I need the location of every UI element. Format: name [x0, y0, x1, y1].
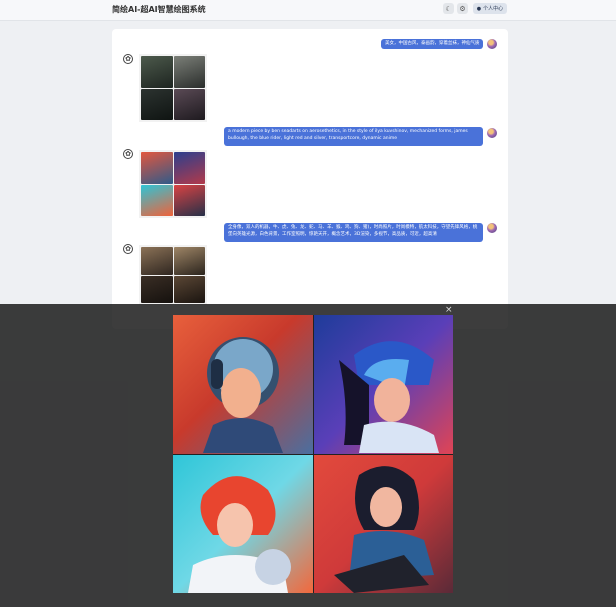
user-avatar [487, 128, 497, 138]
app-title: 简绘AI-超AI智慧绘图系统 [112, 5, 206, 14]
openai-icon: ✿ [123, 244, 133, 254]
portrait-illustration [338, 341, 439, 453]
image-panel [313, 315, 453, 454]
image-panel [173, 454, 313, 593]
chat-panel: 美女，中国古风，泰画韵，穿着丝袜，神仙气质 ✿ a modern piece b… [112, 29, 508, 329]
user-icon: ● [476, 5, 482, 12]
generated-image-thumbnail[interactable] [139, 245, 207, 305]
user-prompt-bubble: 全身像，双人的机器，牛、虎、兔、龙、蛇、马、羊、猴、鸡、狗、猪)，时尚照片，时尚… [224, 223, 483, 242]
settings-button[interactable]: ⚙ [457, 3, 468, 14]
portrait-illustration [188, 475, 291, 593]
portrait-illustration [203, 337, 283, 453]
moon-icon: ☾ [445, 4, 452, 13]
image-panel [313, 454, 453, 593]
user-prompt-bubble: 美女，中国古风，泰画韵，穿着丝袜，神仙气质 [381, 39, 483, 49]
close-icon: × [445, 305, 453, 315]
user-prompt-bubble: a modern piece by ben seadarts on aerose… [224, 127, 483, 146]
openai-icon: ✿ [123, 149, 133, 159]
user-avatar [487, 39, 497, 49]
gear-icon: ⚙ [459, 4, 466, 13]
user-avatar [487, 223, 497, 233]
top-bar: 简绘AI-超AI智慧绘图系统 ☾ ⚙ ● 个人中心 [0, 0, 616, 21]
profile-button[interactable]: ● 个人中心 [473, 3, 507, 14]
theme-toggle-button[interactable]: ☾ [443, 3, 454, 14]
lightbox-image [173, 315, 453, 593]
generated-image-thumbnail[interactable] [139, 54, 207, 122]
profile-label: 个人中心 [483, 6, 504, 12]
portrait-illustration [333, 465, 434, 593]
close-lightbox-button[interactable]: × [445, 305, 453, 315]
openai-icon: ✿ [123, 54, 133, 64]
image-panel [173, 315, 313, 454]
generated-image-thumbnail[interactable] [139, 150, 207, 218]
